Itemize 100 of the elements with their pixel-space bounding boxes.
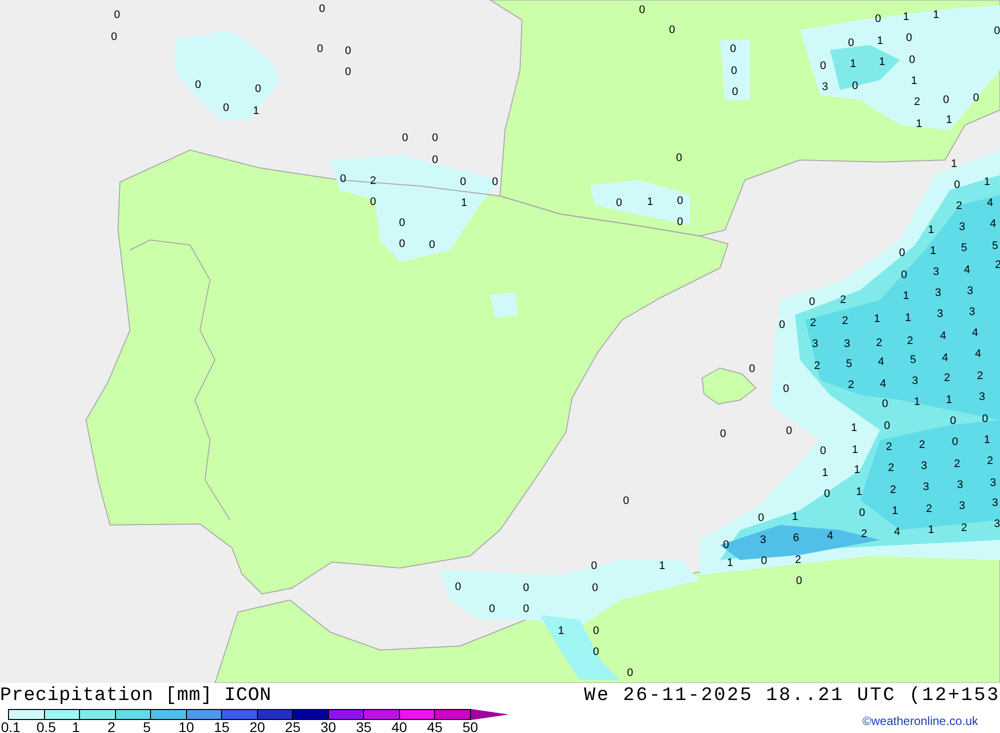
precipitation-value: 2	[860, 528, 868, 540]
precipitation-value: 2	[914, 96, 920, 108]
precipitation-value: 0	[492, 176, 498, 188]
precipitation-value: 0	[820, 60, 826, 72]
precipitation-value: 1	[460, 197, 468, 209]
precipitation-value: 0	[950, 415, 956, 427]
legend-label: 50	[462, 720, 478, 733]
precipitation-value: 0	[454, 581, 462, 593]
precipitation-value: 1	[904, 312, 912, 324]
precipitation-value: 5	[960, 242, 968, 254]
precipitation-value: 0	[592, 582, 598, 594]
precipitation-value: 1	[852, 444, 858, 456]
legend-label: 45	[427, 720, 443, 733]
precipitation-value: 0	[676, 216, 684, 228]
precipitation-value: 2	[370, 175, 376, 187]
precipitation-value: 4	[986, 197, 994, 209]
precipitation-value: 1	[928, 524, 934, 536]
precipitation-value: 4	[878, 356, 884, 368]
precipitation-value: 1	[658, 560, 666, 572]
precipitation-value: 3	[934, 287, 942, 299]
precipitation-value: 0	[808, 296, 816, 308]
precipitation-value: 2	[840, 294, 846, 306]
precipitation-value: 0	[852, 80, 858, 92]
precipitation-value: 0	[942, 94, 950, 106]
precipitation-value: 0	[782, 383, 790, 395]
precipitation-value: 4	[942, 352, 948, 364]
precipitation-value: 0	[954, 179, 960, 191]
precipitation-value: 4	[880, 378, 886, 390]
precipitation-value: 0	[898, 247, 906, 259]
precipitation-value: 2	[976, 370, 984, 382]
precipitation-value: 0	[874, 13, 882, 25]
precipitation-value: 0	[884, 420, 890, 432]
precipitation-value: 0	[592, 646, 600, 658]
precipitation-value: 1	[930, 245, 936, 257]
precipitation-value: 0	[522, 603, 530, 615]
precipitation-value: 6	[792, 532, 800, 544]
precipitation-value: 3	[922, 481, 930, 493]
precipitation-value: 5	[910, 354, 916, 366]
precipitation-area	[490, 292, 518, 318]
credit-link[interactable]: ©weatheronline.co.uk	[862, 712, 978, 730]
precipitation-value: 0	[994, 25, 1000, 37]
precipitation-value: 2	[944, 372, 950, 384]
precipitation-value: 0	[316, 43, 324, 55]
precipitation-value: 0	[760, 555, 768, 567]
precipitation-value: 3	[994, 518, 1000, 530]
precipitation-value: 2	[842, 315, 848, 327]
precipitation-value: 0	[460, 176, 466, 188]
precipitation-value: 1	[822, 467, 828, 479]
precipitation-value: 3	[812, 338, 818, 350]
precipitation-value: 0	[488, 603, 496, 615]
precipitation-value: 1	[792, 511, 798, 523]
forecast-time: We 26-11-2025 18..21 UTC (12+153	[584, 683, 1000, 707]
precipitation-value: 1	[950, 158, 958, 170]
precipitation-value: 3	[990, 477, 996, 489]
legend-label: 1	[72, 720, 80, 733]
precipitation-value: 1	[876, 35, 884, 47]
precipitation-value: 2	[848, 379, 854, 391]
precipitation-value: 1	[946, 114, 952, 126]
precipitation-value: 1	[928, 224, 934, 236]
precipitation-value: 2	[960, 522, 968, 534]
precipitation-value: 0	[748, 363, 756, 375]
precipitation-value: 0	[972, 92, 980, 104]
precipitation-value: 1	[856, 486, 862, 498]
precipitation-value: 1	[854, 464, 860, 476]
legend-label: 0.1	[1, 720, 20, 733]
precipitation-value: 3	[932, 266, 940, 278]
precipitation-value: 0	[668, 24, 676, 36]
precipitation-value: 0	[626, 667, 634, 679]
precipitation-value: 3	[760, 534, 766, 546]
precipitation-value: 0	[824, 488, 830, 500]
precipitation-value: 0	[398, 217, 406, 229]
precipitation-value: 0	[758, 512, 764, 524]
precipitation-value: 0	[370, 196, 376, 208]
precipitation-value: 1	[914, 396, 920, 408]
precipitation-value: 0	[900, 269, 908, 281]
precipitation-value: 1	[878, 56, 886, 68]
precipitation-value: 0	[432, 132, 438, 144]
precipitation-value: 2	[918, 439, 926, 451]
precipitation-value: 3	[936, 308, 944, 320]
precipitation-value: 1	[910, 75, 918, 87]
precipitation-value: 0	[796, 575, 802, 587]
precipitation-value: 1	[850, 58, 856, 70]
precipitation-value: 2	[926, 503, 932, 515]
precipitation-value: 0	[638, 4, 646, 16]
precipitation-value: 4	[940, 330, 946, 342]
legend-label: 30	[320, 720, 336, 733]
precipitation-value: 1	[726, 557, 734, 569]
legend-label: 15	[214, 720, 230, 733]
precipitation-value: 4	[974, 348, 982, 360]
precipitation-value: 4	[972, 327, 978, 339]
precipitation-value: 0	[778, 319, 786, 331]
precipitation-value: 0	[398, 238, 406, 250]
precipitation-value: 1	[902, 290, 910, 302]
precipitation-value: 1	[932, 9, 940, 21]
precipitation-value: 1	[850, 422, 858, 434]
precipitation-value: 1	[892, 505, 898, 517]
precipitation-value: 4	[964, 264, 970, 276]
precipitation-value: 3	[844, 338, 850, 350]
precipitation-value: 0	[730, 43, 736, 55]
precipitation-value: 0	[402, 132, 408, 144]
